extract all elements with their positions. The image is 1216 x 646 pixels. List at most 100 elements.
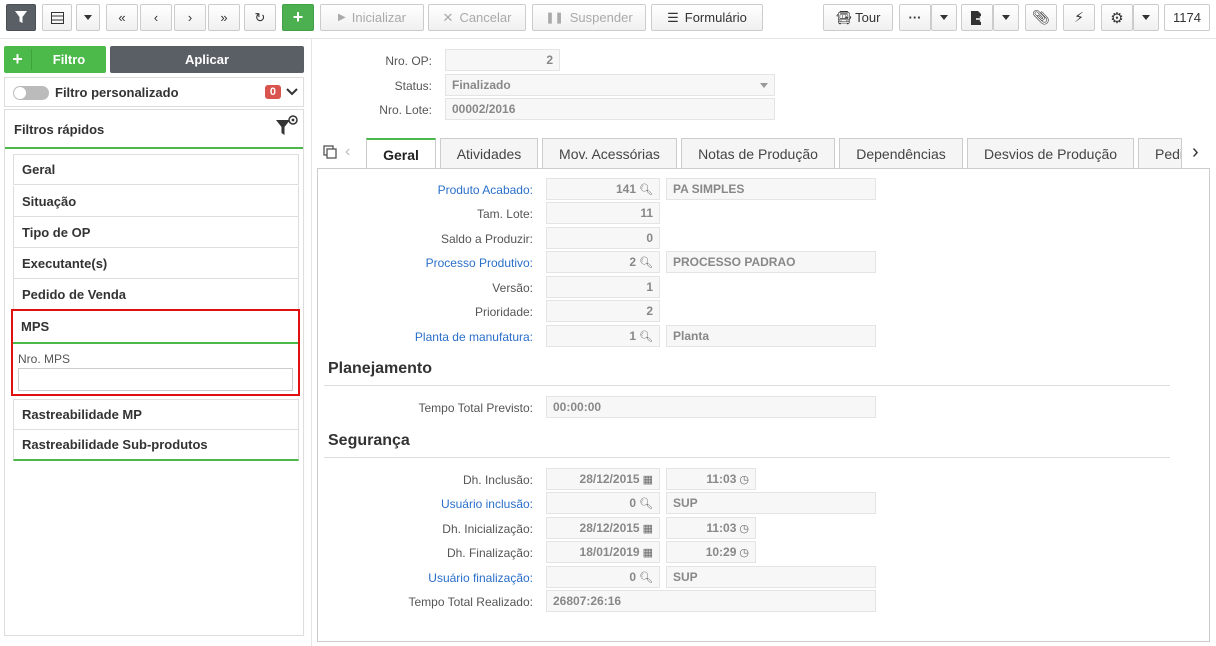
record-id-badge: 1174 bbox=[1164, 4, 1210, 31]
search-icon[interactable]: 🔍︎ bbox=[639, 256, 653, 269]
close-icon: ✕ bbox=[442, 9, 454, 25]
tab-mov-acessorias[interactable]: Mov. Acessórias bbox=[542, 138, 677, 168]
calendar-icon[interactable]: ▦ bbox=[643, 522, 653, 535]
tabs-scroll-right-icon[interactable]: › bbox=[1192, 141, 1199, 164]
planta-label[interactable]: Planta de manufatura: bbox=[360, 330, 533, 344]
quick-actions-button[interactable]: ⚡︎ bbox=[1063, 4, 1095, 31]
view-mode-button[interactable] bbox=[42, 4, 72, 31]
tempo-previsto-field[interactable]: 00:00:00 bbox=[546, 396, 876, 418]
produto-code-field[interactable]: 141 🔍︎ bbox=[546, 178, 660, 200]
add-record-button[interactable]: + bbox=[282, 4, 314, 31]
saldo-field[interactable]: 0 bbox=[546, 227, 660, 249]
export-dropdown[interactable] bbox=[993, 4, 1019, 31]
export-button[interactable] bbox=[961, 4, 993, 31]
tab-desvios-producao[interactable]: Desvios de Produção bbox=[967, 138, 1134, 168]
quick-filter-label: Tipo de OP bbox=[22, 224, 91, 240]
search-icon[interactable]: 🔍︎ bbox=[639, 183, 653, 196]
clock-icon[interactable]: ◷ bbox=[739, 546, 749, 559]
tab-geral[interactable]: Geral bbox=[366, 138, 436, 169]
refresh-button[interactable]: ↻ bbox=[244, 4, 276, 31]
custom-filter-label: Filtro personalizado bbox=[55, 85, 179, 100]
tab-atividades[interactable]: Atividades bbox=[440, 138, 538, 168]
planta-code-field[interactable]: 1 🔍︎ bbox=[546, 325, 660, 347]
seguranca-separator bbox=[324, 457, 1170, 458]
apply-button[interactable]: Aplicar bbox=[110, 46, 304, 73]
calendar-icon[interactable]: ▦ bbox=[643, 473, 653, 486]
tempo-realizado-field[interactable]: 26807:26:16 bbox=[546, 590, 876, 612]
versao-field[interactable]: 1 bbox=[546, 276, 660, 298]
suspend-button[interactable]: ❚❚ Suspender bbox=[532, 4, 646, 31]
last-record-button[interactable]: » bbox=[208, 4, 240, 31]
clock-icon[interactable]: ◷ bbox=[739, 522, 749, 535]
quick-filter-label: Rastreabilidade MP bbox=[22, 407, 142, 422]
tab-notas-producao[interactable]: Notas de Produção bbox=[681, 138, 835, 168]
search-icon[interactable]: 🔍︎ bbox=[639, 571, 653, 584]
tab-dependencias[interactable]: Dependências bbox=[839, 138, 963, 168]
quick-filter-rastreabilidade-mp[interactable]: Rastreabilidade MP bbox=[13, 399, 299, 430]
clock-icon[interactable]: ◷ bbox=[739, 473, 749, 486]
custom-filter-toggle[interactable] bbox=[13, 86, 49, 100]
filter-toggle-button[interactable] bbox=[6, 4, 36, 31]
quick-filter-rastreabilidade-subprodutos[interactable]: Rastreabilidade Sub-produtos bbox=[13, 430, 299, 461]
previous-record-button[interactable]: ‹ bbox=[140, 4, 172, 31]
user-finalizacao-label[interactable]: Usuário finalização: bbox=[360, 571, 533, 585]
suspend-label: Suspender bbox=[569, 10, 633, 25]
user-inclusao-code-field[interactable]: 0 🔍︎ bbox=[546, 492, 660, 514]
processo-code-field[interactable]: 2 🔍︎ bbox=[546, 251, 660, 273]
form-button[interactable]: ☰ Formulário bbox=[651, 4, 763, 31]
search-icon[interactable]: 🔍︎ bbox=[639, 497, 653, 510]
nro-op-field[interactable]: 2 bbox=[445, 49, 560, 71]
lote-field[interactable]: 00002/2016 bbox=[445, 98, 775, 120]
tam-lote-field[interactable]: 11 bbox=[546, 202, 660, 224]
attachments-button[interactable]: 📎︎ bbox=[1025, 4, 1057, 31]
finalizacao-time-field[interactable]: 10:29 ◷ bbox=[666, 541, 756, 563]
cancel-button[interactable]: ✕ Cancelar bbox=[428, 4, 526, 31]
tab-label: Notas de Produção bbox=[698, 145, 818, 162]
view-mode-dropdown[interactable] bbox=[76, 4, 100, 31]
funnel-settings-icon[interactable] bbox=[275, 114, 299, 138]
first-record-button[interactable]: « bbox=[106, 4, 138, 31]
produto-label[interactable]: Produto Acabado: bbox=[360, 183, 533, 197]
quick-filter-pedido-venda[interactable]: Pedido de Venda bbox=[13, 279, 299, 310]
user-inclusao-label[interactable]: Usuário inclusão: bbox=[360, 497, 533, 511]
add-filter-button[interactable]: + Filtro bbox=[4, 46, 106, 73]
settings-button[interactable]: ⚙ bbox=[1101, 4, 1133, 31]
tam-lote-value: 11 bbox=[640, 206, 653, 220]
inclusao-date-field[interactable]: 28/12/2015 ▦ bbox=[546, 468, 660, 490]
inicializacao-date-field[interactable]: 28/12/2015 ▦ bbox=[546, 517, 660, 539]
search-icon[interactable]: 🔍︎ bbox=[639, 330, 653, 343]
planejamento-title: Planejamento bbox=[328, 360, 433, 377]
tab-label: Pedi bbox=[1155, 145, 1182, 162]
tour-button[interactable]: 🚍︎ Tour bbox=[823, 4, 893, 31]
inclusao-time-field[interactable]: 11:03 ◷ bbox=[666, 468, 756, 490]
quick-filter-mps[interactable]: MPS bbox=[13, 311, 298, 342]
processo-label[interactable]: Processo Produtivo: bbox=[360, 256, 533, 270]
produto-name: PA SIMPLES bbox=[673, 182, 745, 196]
tempo-previsto-value: 00:00:00 bbox=[553, 400, 602, 414]
quick-filters-label: Filtros rápidos bbox=[14, 122, 105, 137]
next-record-button[interactable]: › bbox=[174, 4, 206, 31]
inicializacao-time-field[interactable]: 11:03 ◷ bbox=[666, 517, 756, 539]
copy-icon[interactable] bbox=[323, 145, 337, 159]
quick-filter-geral[interactable]: Geral bbox=[13, 154, 299, 185]
quick-filter-tipo-op[interactable]: Tipo de OP bbox=[13, 217, 299, 248]
tabs-scroll-left-icon[interactable]: ‹ bbox=[345, 143, 350, 161]
prioridade-field[interactable]: 2 bbox=[546, 300, 660, 322]
produto-name-field: PA SIMPLES bbox=[666, 178, 876, 200]
quick-filter-situacao[interactable]: Situação bbox=[13, 186, 299, 217]
calendar-icon[interactable]: ▦ bbox=[643, 546, 653, 559]
more-actions-dropdown[interactable] bbox=[931, 4, 957, 31]
tab-pedidos[interactable]: Pedi bbox=[1138, 138, 1182, 168]
file-export-icon bbox=[971, 10, 983, 25]
chevron-down-icon[interactable] bbox=[286, 88, 298, 96]
start-button[interactable]: ▶ Inicializar bbox=[320, 4, 424, 31]
custom-filter-row: Filtro personalizado 0 bbox=[4, 77, 304, 107]
settings-dropdown[interactable] bbox=[1133, 4, 1159, 31]
more-actions-button[interactable]: ··· bbox=[899, 4, 931, 31]
mps-number-input[interactable] bbox=[18, 368, 293, 391]
status-select[interactable]: Finalizado bbox=[445, 74, 775, 96]
tab-label: Geral bbox=[383, 146, 419, 163]
quick-filter-executantes[interactable]: Executante(s) bbox=[13, 248, 299, 279]
user-finalizacao-code-field[interactable]: 0 🔍︎ bbox=[546, 566, 660, 588]
finalizacao-date-field[interactable]: 18/01/2019 ▦ bbox=[546, 541, 660, 563]
